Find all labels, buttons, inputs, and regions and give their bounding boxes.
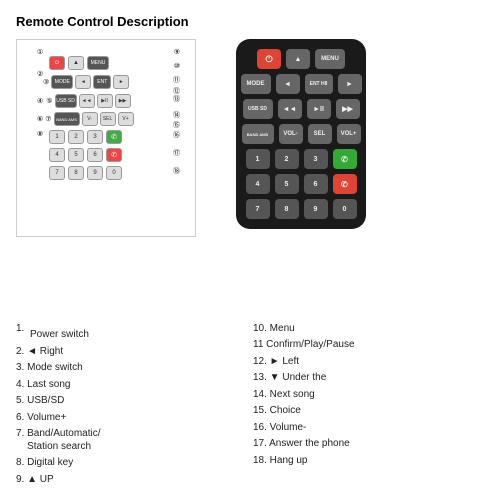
desc-5: 5. USB/SD bbox=[16, 394, 247, 408]
power-btn[interactable]: ⏻ bbox=[257, 49, 281, 69]
num-2-btn[interactable]: 2 bbox=[275, 149, 299, 169]
band-btn[interactable]: BAND AMS bbox=[242, 124, 274, 144]
remote-row-3: USB SD ◄◄ ►II ▶▶ bbox=[244, 99, 358, 119]
page-title: Remote Control Description bbox=[16, 14, 484, 29]
diagram-area: ① ⑨ ⏻ ▲ MENU ② ⑩ ③ MODE ◄ ENT bbox=[16, 39, 226, 316]
num-0-btn[interactable]: 0 bbox=[333, 199, 357, 219]
desc-17: 17. Answer the phone bbox=[253, 437, 484, 451]
desc-1-text: Power switch bbox=[30, 328, 247, 342]
desc-11: 11 Confirm/Play/Pause bbox=[253, 338, 484, 352]
num-7-btn[interactable]: 7 bbox=[246, 199, 270, 219]
desc-col-right: 10. Menu 11 Confirm/Play/Pause 12. ► Lef… bbox=[253, 322, 484, 487]
desc-10: 10. Menu bbox=[253, 322, 484, 336]
desc-7: 7. Band/Automatic/ Station search bbox=[16, 427, 247, 453]
left-btn[interactable]: ◄ bbox=[276, 74, 300, 94]
num-4-btn[interactable]: 4 bbox=[246, 174, 270, 194]
desc-14: 14. Next song bbox=[253, 388, 484, 402]
num-5-btn[interactable]: 5 bbox=[275, 174, 299, 194]
remote-body: ⏻ ▲ MENU MODE ◄ ENT HII ► USB SD ◄◄ ►II … bbox=[236, 39, 366, 229]
desc-6: 6. Volume+ bbox=[16, 411, 247, 425]
play-btn[interactable]: ►II bbox=[307, 99, 331, 119]
desc-col-left: 1. Power switch 2. ◄ Right 3. Mode switc… bbox=[16, 322, 247, 487]
up-btn[interactable]: ▲ bbox=[286, 49, 310, 69]
desc-12: 12. ► Left bbox=[253, 355, 484, 369]
desc-2: 2. ◄ Right bbox=[16, 345, 247, 359]
prev-btn[interactable]: ◄◄ bbox=[278, 99, 302, 119]
right-btn[interactable]: ► bbox=[338, 74, 362, 94]
desc-16: 16. Volume- bbox=[253, 421, 484, 435]
usb-btn[interactable]: USB SD bbox=[243, 99, 273, 119]
desc-15: 15. Choice bbox=[253, 404, 484, 418]
desc-9: 9. ▲ UP bbox=[16, 473, 247, 487]
desc-13: 13. ▼ Under the bbox=[253, 371, 484, 385]
num-8-btn[interactable]: 8 bbox=[275, 199, 299, 219]
vol-minus-btn[interactable]: VOL- bbox=[279, 124, 303, 144]
desc-8: 8. Digital key bbox=[16, 456, 247, 470]
sel-btn[interactable]: SEL bbox=[308, 124, 332, 144]
remote-device: ⏻ ▲ MENU MODE ◄ ENT HII ► USB SD ◄◄ ►II … bbox=[236, 39, 366, 316]
num-9-btn[interactable]: 9 bbox=[304, 199, 328, 219]
remote-row-2: MODE ◄ ENT HII ► bbox=[244, 74, 358, 94]
diagram-box: ① ⑨ ⏻ ▲ MENU ② ⑩ ③ MODE ◄ ENT bbox=[16, 39, 196, 237]
desc-4: 4. Last song bbox=[16, 378, 247, 392]
remote-row-5: 1 2 3 ✆ bbox=[244, 149, 358, 169]
remote-row-4: BAND AMS VOL- SEL VOL+ bbox=[244, 124, 358, 144]
desc-3: 3. Mode switch bbox=[16, 361, 247, 375]
description-section: 1. Power switch 2. ◄ Right 3. Mode switc… bbox=[16, 322, 484, 487]
hangup-btn[interactable]: ✆ bbox=[333, 174, 357, 194]
num-6-btn[interactable]: 6 bbox=[304, 174, 328, 194]
remote-row-1: ⏻ ▲ MENU bbox=[244, 49, 358, 69]
vol-plus-btn[interactable]: VOL+ bbox=[337, 124, 361, 144]
menu-btn[interactable]: MENU bbox=[315, 49, 345, 69]
desc-18: 18. Hang up bbox=[253, 454, 484, 468]
num-1-btn[interactable]: 1 bbox=[246, 149, 270, 169]
remote-row-6: 4 5 6 ✆ bbox=[244, 174, 358, 194]
ent-btn[interactable]: ENT HII bbox=[305, 74, 333, 94]
mode-btn[interactable]: MODE bbox=[241, 74, 271, 94]
remote-row-7: 7 8 9 0 bbox=[244, 199, 358, 219]
next-btn[interactable]: ▶▶ bbox=[336, 99, 360, 119]
call-btn[interactable]: ✆ bbox=[333, 149, 357, 169]
num-3-btn[interactable]: 3 bbox=[304, 149, 328, 169]
